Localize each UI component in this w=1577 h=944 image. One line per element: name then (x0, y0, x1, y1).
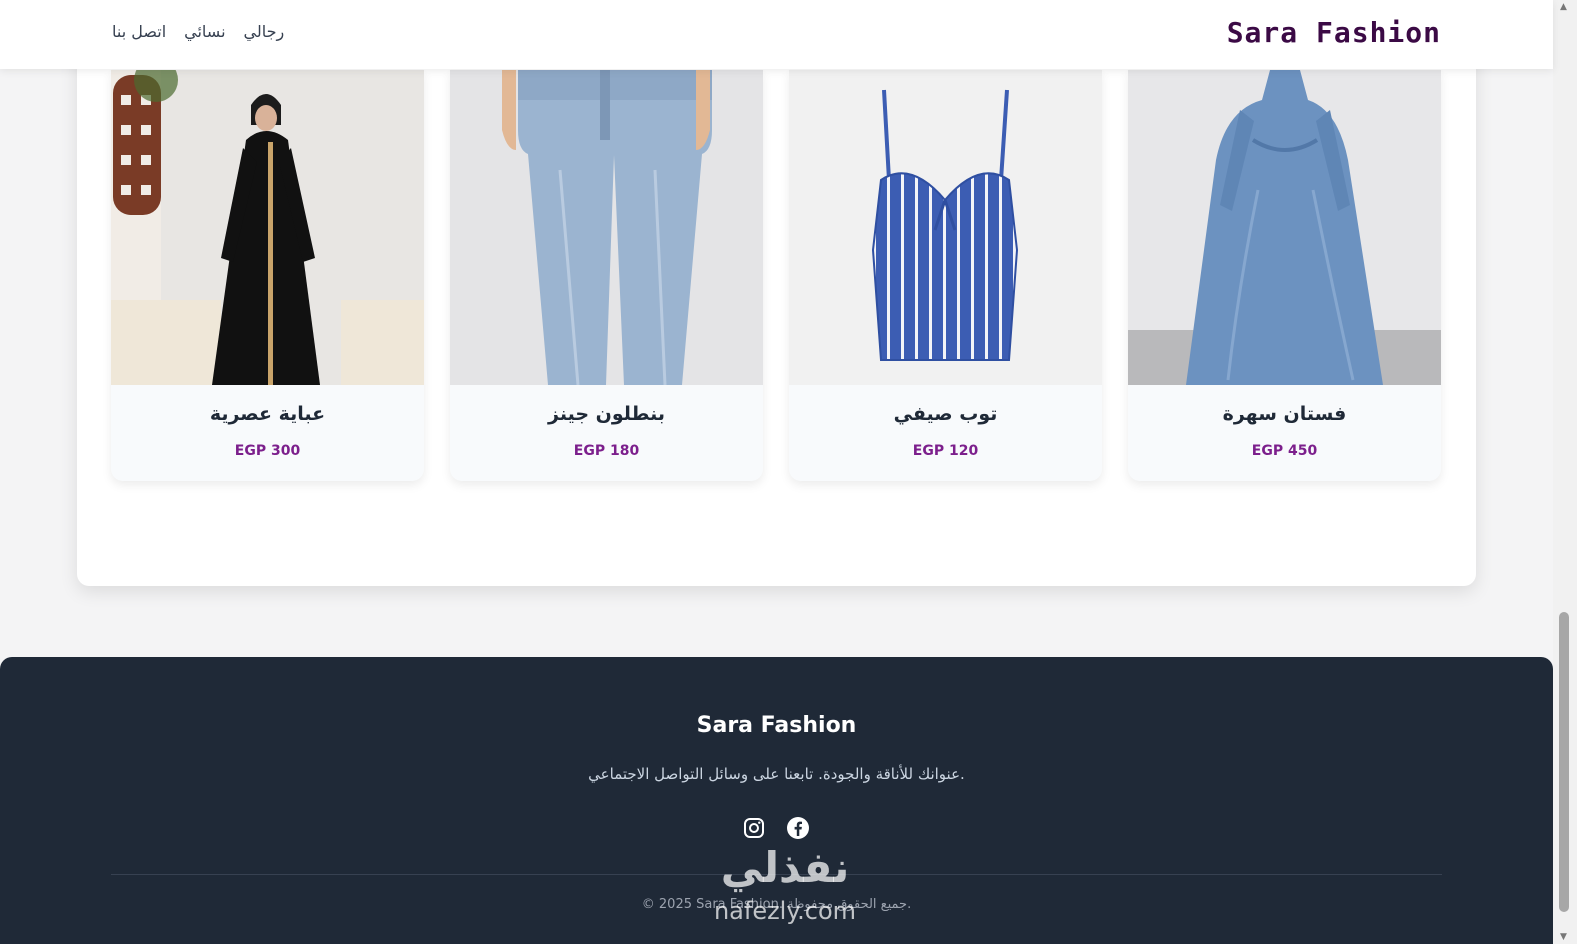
summer-top-image[interactable] (789, 70, 1102, 385)
product-price: EGP 120 (912, 443, 979, 459)
product-price: EGP 180 (573, 443, 640, 459)
jeans-image[interactable] (450, 70, 763, 385)
brand-logo[interactable]: Sara Fashion (1227, 16, 1441, 49)
social-links (742, 816, 810, 840)
product-card-abaya[interactable]: عباية عصرية EGP 300 (111, 70, 424, 481)
footer-tagline: عنوانك للأناقة والجودة. تابعنا على وسائل… (588, 765, 965, 783)
main-nav: رجالي نسائي اتصل بنا (112, 22, 284, 41)
product-grid: عباية عصرية EGP 300 بنطلون جينز EGP 180 (111, 70, 1442, 481)
instagram-icon[interactable] (742, 816, 766, 840)
scroll-thumb[interactable] (1559, 612, 1569, 912)
product-price: EGP 300 (234, 443, 301, 459)
footer-brand: Sara Fashion (696, 713, 857, 738)
site-footer: Sara Fashion عنوانك للأناقة والجودة. تاب… (0, 657, 1553, 944)
nav-men[interactable]: رجالي (244, 22, 285, 41)
product-price: EGP 450 (1251, 443, 1318, 459)
scroll-up-icon[interactable]: ▲ (1560, 2, 1567, 12)
abaya-image[interactable] (111, 70, 424, 385)
product-name: بنطلون جينز (548, 403, 665, 425)
nav-women[interactable]: نسائي (184, 22, 225, 41)
product-name: عباية عصرية (209, 403, 326, 425)
footer-divider (111, 874, 1442, 875)
evening-dress-image[interactable] (1128, 70, 1441, 385)
scroll-down-icon[interactable]: ▼ (1560, 932, 1567, 942)
product-card-summer-top[interactable]: توب صيفي EGP 120 (789, 70, 1102, 481)
facebook-icon[interactable] (786, 816, 810, 840)
product-name: فستان سهرة (1222, 403, 1347, 425)
product-name: توب صيفي (893, 403, 998, 425)
product-card-evening-dress[interactable]: فستان سهرة EGP 450 (1128, 70, 1441, 481)
page-scrollbar[interactable]: ▲ ▼ (1553, 0, 1577, 944)
nav-contact[interactable]: اتصل بنا (112, 22, 166, 41)
site-header: Sara Fashion رجالي نسائي اتصل بنا (0, 0, 1553, 69)
copyright-text: © 2025 Sara Fashion. جميع الحقوق محفوظة. (641, 897, 912, 912)
product-card-jeans[interactable]: بنطلون جينز EGP 180 (450, 70, 763, 481)
